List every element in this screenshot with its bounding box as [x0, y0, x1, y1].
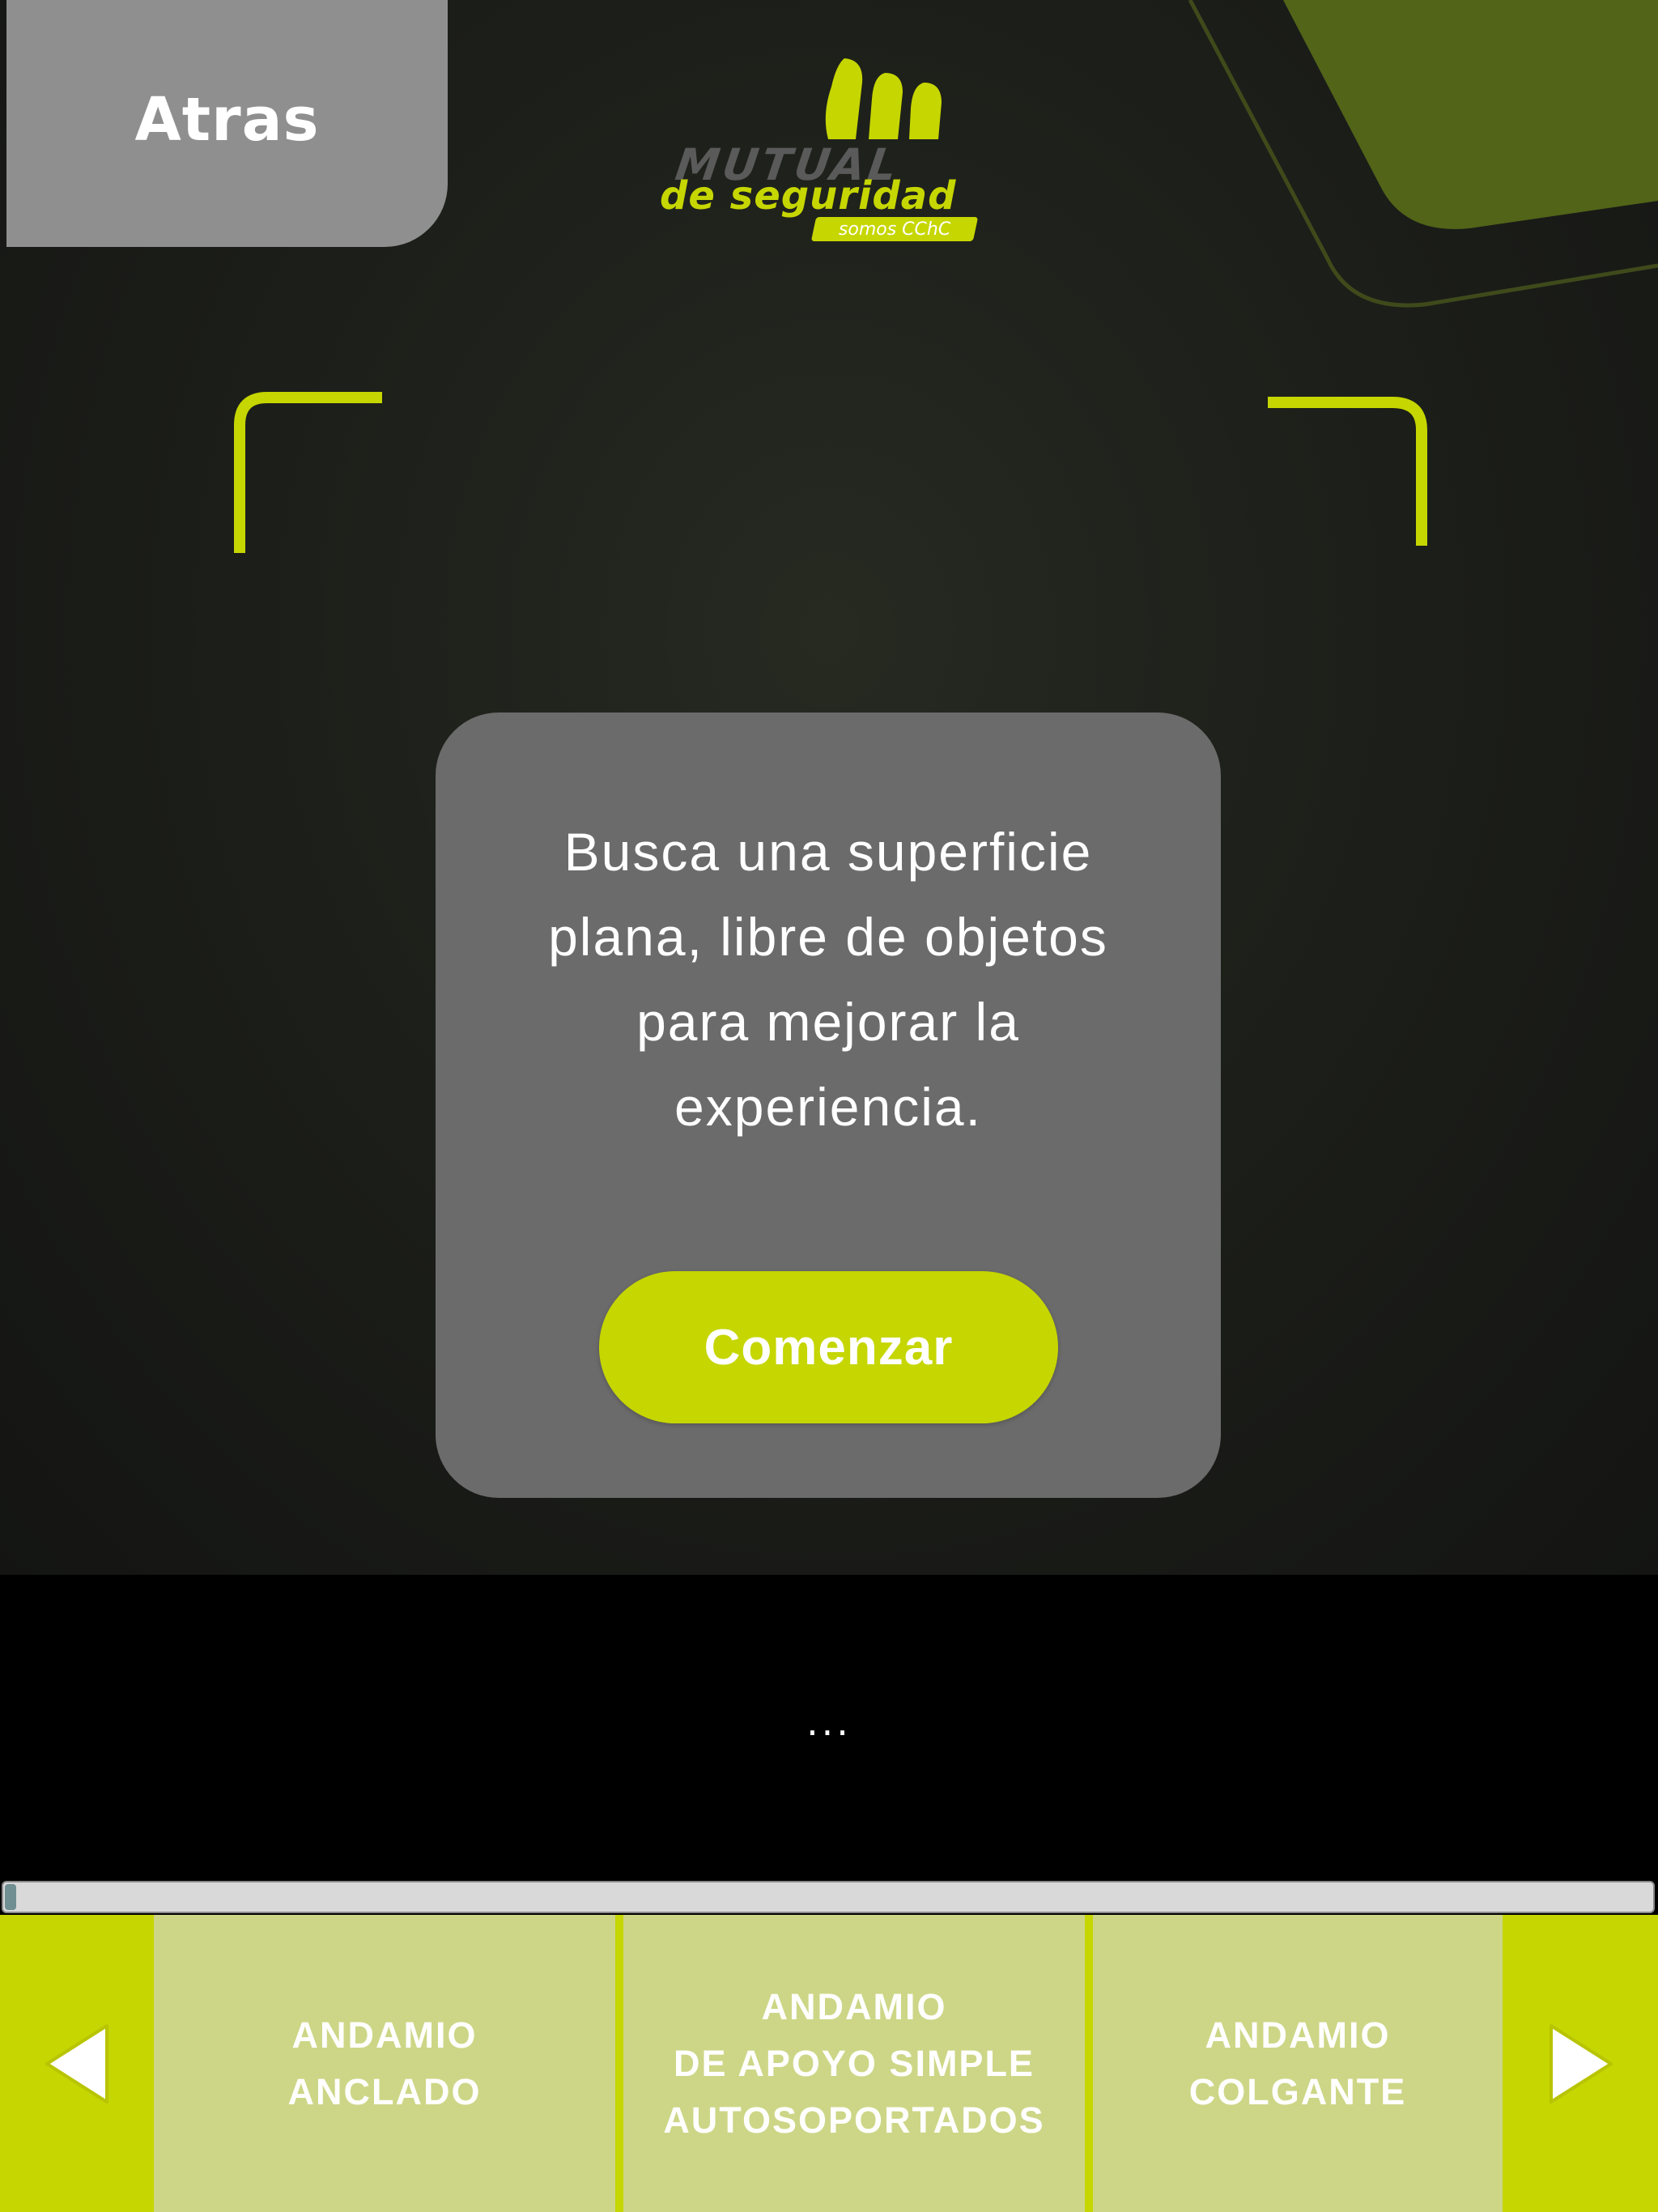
- nav-item-andamio-colgante[interactable]: ANDAMIO COLGANTE: [1093, 1915, 1503, 2212]
- scan-frame-top-left: [234, 392, 382, 553]
- prev-button[interactable]: [0, 1915, 154, 2212]
- instruction-message: Busca una superficie plana, libre de obj…: [548, 822, 1108, 1137]
- next-button[interactable]: [1504, 1915, 1658, 2212]
- progress-bar[interactable]: [2, 1881, 1655, 1913]
- triangle-right-icon: [1550, 2023, 1613, 2104]
- nav-item-label: ANDAMIO DE APOYO SIMPLE AUTOSOPORTADOS: [663, 1985, 1045, 2141]
- nav-item-label: ANDAMIO COLGANTE: [1188, 2014, 1407, 2112]
- back-button[interactable]: Atras: [6, 0, 448, 247]
- instruction-dialog: Busca una superficie plana, libre de obj…: [436, 713, 1221, 1498]
- logo-mark-icon: [825, 58, 942, 139]
- logo-seguridad-text: de seguridad: [660, 173, 957, 219]
- camera-view: Atras MUTUAL de seguridad somos CChC Bus…: [0, 0, 1658, 1575]
- progress-handle[interactable]: [5, 1884, 16, 1910]
- scan-frame-top-right: [1268, 397, 1427, 546]
- nav-item-andamio-anclado[interactable]: ANDAMIO ANCLADO: [154, 1915, 615, 2212]
- nav-item-andamio-apoyo-simple[interactable]: ANDAMIO DE APOYO SIMPLE AUTOSOPORTADOS: [623, 1915, 1085, 2212]
- logo-tagline: somos CChC: [810, 217, 979, 241]
- start-button-label: Comenzar: [704, 1319, 954, 1376]
- nav-item-label: ANDAMIO ANCLADO: [287, 2014, 482, 2112]
- start-button[interactable]: Comenzar: [599, 1271, 1058, 1423]
- mutual-logo: MUTUAL de seguridad somos CChC: [660, 58, 1000, 246]
- triangle-left-icon: [45, 2023, 108, 2104]
- status-text: ...: [806, 1700, 852, 1744]
- logo-tagline-text: somos CChC: [838, 219, 951, 240]
- bottom-navigation: ANDAMIO ANCLADO ANDAMIO DE APOYO SIMPLE …: [0, 1915, 1658, 2212]
- back-button-label: Atras: [134, 84, 320, 155]
